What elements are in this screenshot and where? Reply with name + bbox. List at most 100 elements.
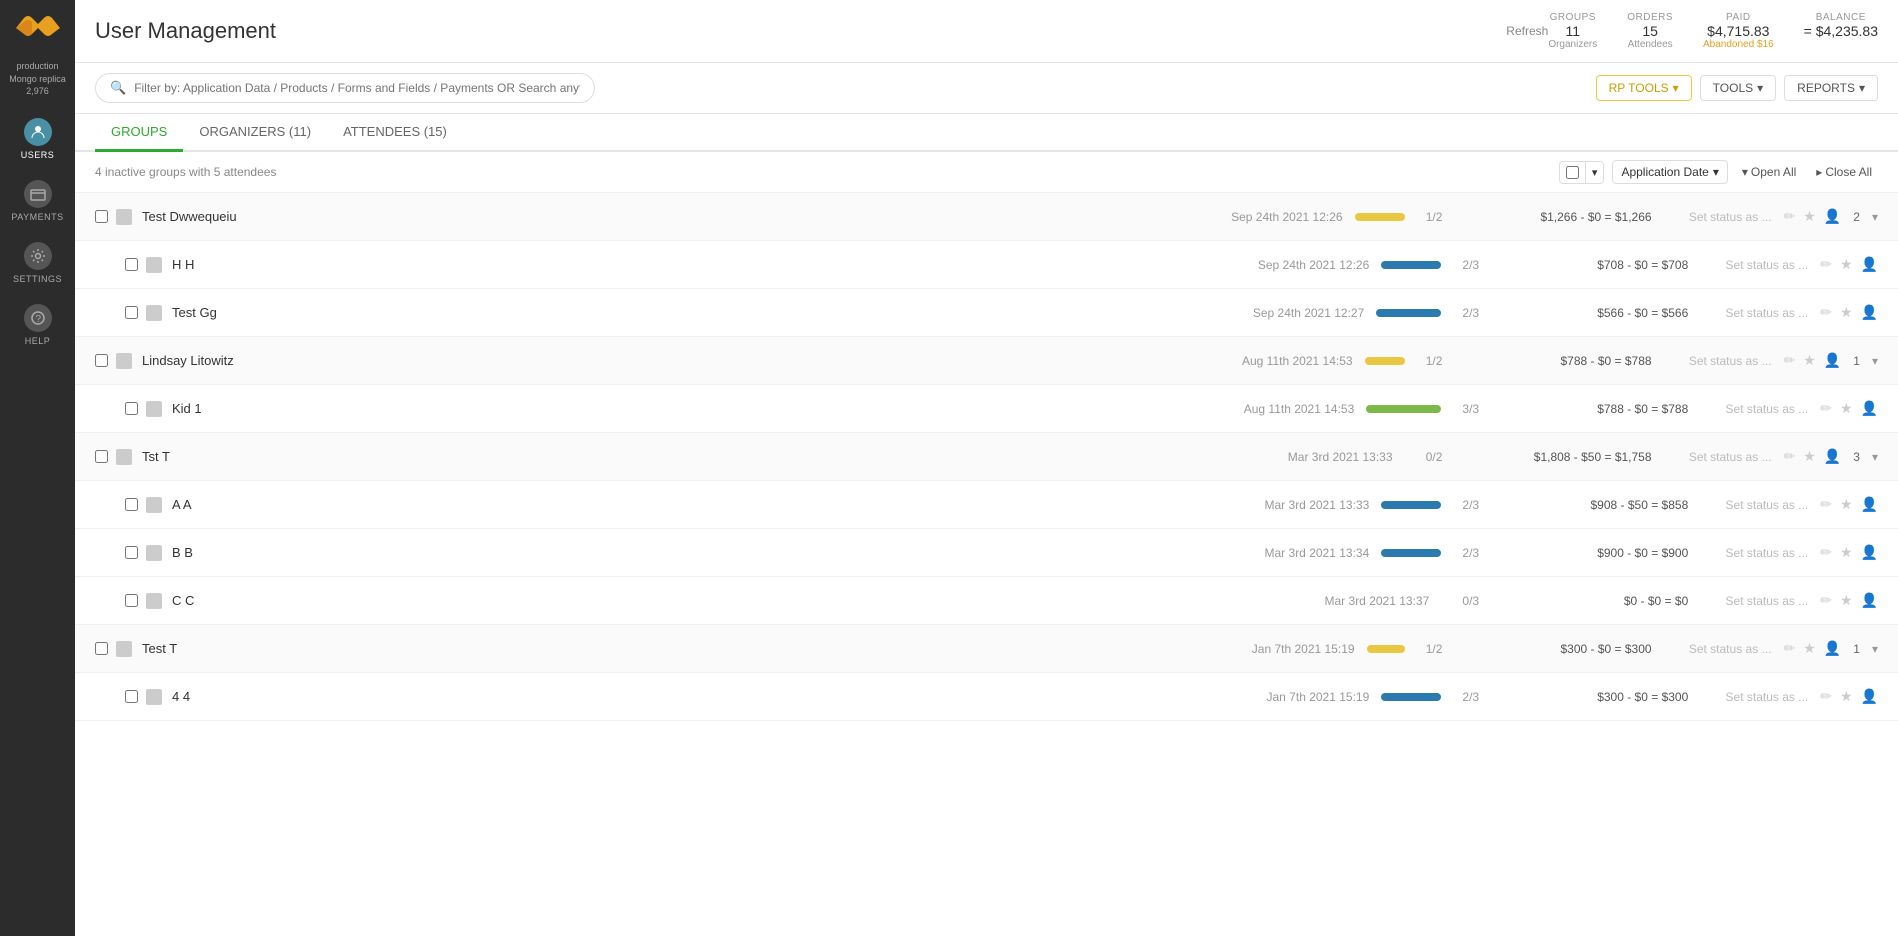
- star-icon[interactable]: ★: [1840, 256, 1853, 273]
- row-financials: $900 - $0 = $900: [1488, 546, 1688, 560]
- star-icon[interactable]: ★: [1840, 496, 1853, 513]
- person-icon[interactable]: 👤: [1824, 208, 1841, 225]
- expand-button[interactable]: ▾: [1872, 642, 1878, 656]
- row-status-bar: [1365, 357, 1405, 365]
- tools-button[interactable]: TOOLS ▾: [1700, 75, 1777, 101]
- row-checkbox[interactable]: [125, 690, 138, 703]
- row-status-dropdown[interactable]: Set status as ...: [1652, 450, 1772, 464]
- table-row[interactable]: Test Gg Sep 24th 2021 12:27 2/3 $566 - $…: [75, 289, 1898, 337]
- star-icon[interactable]: ★: [1803, 208, 1816, 225]
- row-checkbox[interactable]: [95, 642, 108, 655]
- row-count: 3: [1853, 450, 1860, 464]
- person-icon[interactable]: 👤: [1824, 352, 1841, 369]
- table-row[interactable]: Test Dwwequeiu Sep 24th 2021 12:26 1/2 $…: [75, 193, 1898, 241]
- pencil-icon[interactable]: ✏: [1820, 400, 1832, 417]
- open-all-button[interactable]: ▾ Open All: [1736, 161, 1802, 183]
- person-icon[interactable]: 👤: [1861, 688, 1878, 705]
- pencil-icon[interactable]: ✏: [1820, 688, 1832, 705]
- table-row[interactable]: A A Mar 3rd 2021 13:33 2/3 $908 - $50 = …: [75, 481, 1898, 529]
- inactive-note: 4 inactive groups with 5 attendees: [95, 165, 1551, 179]
- row-ratio: 0/2: [1417, 450, 1452, 464]
- star-icon[interactable]: ★: [1840, 688, 1853, 705]
- row-folder-icon: [146, 593, 162, 609]
- row-date: Sep 24th 2021 12:27: [1204, 306, 1364, 320]
- sidebar-item-users[interactable]: USERS: [0, 108, 75, 170]
- person-icon[interactable]: 👤: [1861, 496, 1878, 513]
- row-checkbox[interactable]: [125, 306, 138, 319]
- row-checkbox[interactable]: [125, 546, 138, 559]
- row-status-dropdown[interactable]: Set status as ...: [1688, 594, 1808, 608]
- star-icon[interactable]: ★: [1840, 592, 1853, 609]
- pencil-icon[interactable]: ✏: [1820, 592, 1832, 609]
- close-all-button[interactable]: ▸ Close All: [1810, 161, 1878, 183]
- row-status-dropdown[interactable]: Set status as ...: [1688, 498, 1808, 512]
- sidebar-item-help[interactable]: ? HELP: [0, 294, 75, 356]
- search-container[interactable]: 🔍: [95, 73, 595, 103]
- row-checkbox[interactable]: [95, 450, 108, 463]
- expand-button[interactable]: ▾: [1872, 210, 1878, 224]
- row-checkbox[interactable]: [125, 402, 138, 415]
- table-row[interactable]: Tst T Mar 3rd 2021 13:33 0/2 $1,808 - $5…: [75, 433, 1898, 481]
- all-checkbox[interactable]: [1566, 166, 1579, 179]
- pencil-icon[interactable]: ✏: [1784, 208, 1796, 225]
- star-icon[interactable]: ★: [1840, 400, 1853, 417]
- table-row[interactable]: 4 4 Jan 7th 2021 15:19 2/3 $300 - $0 = $…: [75, 673, 1898, 721]
- pencil-icon[interactable]: ✏: [1784, 352, 1796, 369]
- refresh-link[interactable]: Refresh: [1506, 24, 1548, 38]
- person-icon[interactable]: 👤: [1824, 448, 1841, 465]
- row-checkbox[interactable]: [125, 498, 138, 511]
- expand-button[interactable]: ▾: [1872, 354, 1878, 368]
- star-icon[interactable]: ★: [1803, 640, 1816, 657]
- person-icon[interactable]: 👤: [1861, 304, 1878, 321]
- person-icon[interactable]: 👤: [1824, 640, 1841, 657]
- rp-tools-button[interactable]: RP TOOLS ▾: [1596, 75, 1692, 101]
- pencil-icon[interactable]: ✏: [1784, 640, 1796, 657]
- table-row[interactable]: Kid 1 Aug 11th 2021 14:53 3/3 $788 - $0 …: [75, 385, 1898, 433]
- table-row[interactable]: C C Mar 3rd 2021 13:37 0/3 $0 - $0 = $0 …: [75, 577, 1898, 625]
- table-row[interactable]: B B Mar 3rd 2021 13:34 2/3 $900 - $0 = $…: [75, 529, 1898, 577]
- checkbox-dropdown-btn[interactable]: ▾: [1585, 162, 1604, 183]
- tab-attendees[interactable]: ATTENDEES (15): [327, 114, 463, 152]
- star-icon[interactable]: ★: [1803, 352, 1816, 369]
- row-checkbox[interactable]: [125, 594, 138, 607]
- star-icon[interactable]: ★: [1840, 304, 1853, 321]
- sidebar-item-payments[interactable]: PAYMENTS: [0, 170, 75, 232]
- person-icon[interactable]: 👤: [1861, 256, 1878, 273]
- sidebar-item-settings[interactable]: SETTINGS: [0, 232, 75, 294]
- search-input[interactable]: [134, 81, 580, 95]
- table-row[interactable]: Test T Jan 7th 2021 15:19 1/2 $300 - $0 …: [75, 625, 1898, 673]
- reports-button[interactable]: REPORTS ▾: [1784, 75, 1878, 101]
- row-checkbox[interactable]: [95, 354, 108, 367]
- row-status-dropdown[interactable]: Set status as ...: [1688, 402, 1808, 416]
- row-status-dropdown[interactable]: Set status as ...: [1652, 642, 1772, 656]
- person-icon[interactable]: 👤: [1861, 544, 1878, 561]
- sort-selector[interactable]: Application Date ▾: [1612, 160, 1727, 184]
- pencil-icon[interactable]: ✏: [1820, 544, 1832, 561]
- pencil-icon[interactable]: ✏: [1820, 496, 1832, 513]
- row-status-dropdown[interactable]: Set status as ...: [1688, 546, 1808, 560]
- row-status-bar: [1381, 261, 1441, 269]
- tab-groups[interactable]: GROUPS: [95, 114, 183, 152]
- star-icon[interactable]: ★: [1803, 448, 1816, 465]
- row-status-dropdown[interactable]: Set status as ...: [1652, 354, 1772, 368]
- page-title: User Management: [95, 18, 1494, 44]
- app-logo[interactable]: [13, 10, 63, 50]
- person-icon[interactable]: 👤: [1861, 400, 1878, 417]
- person-icon[interactable]: 👤: [1861, 592, 1878, 609]
- row-status-dropdown[interactable]: Set status as ...: [1688, 690, 1808, 704]
- expand-button[interactable]: ▾: [1872, 450, 1878, 464]
- pencil-icon[interactable]: ✏: [1784, 448, 1796, 465]
- row-status-dropdown[interactable]: Set status as ...: [1688, 306, 1808, 320]
- table-row[interactable]: H H Sep 24th 2021 12:26 2/3 $708 - $0 = …: [75, 241, 1898, 289]
- row-checkbox[interactable]: [95, 210, 108, 223]
- row-checkbox[interactable]: [125, 258, 138, 271]
- row-status-dropdown[interactable]: Set status as ...: [1652, 210, 1772, 224]
- star-icon[interactable]: ★: [1840, 544, 1853, 561]
- pencil-icon[interactable]: ✏: [1820, 304, 1832, 321]
- row-actions: ✏ ★ 👤: [1820, 400, 1878, 417]
- tab-organizers[interactable]: ORGANIZERS (11): [183, 114, 327, 152]
- select-all-checkbox[interactable]: ▾: [1559, 161, 1605, 184]
- row-status-dropdown[interactable]: Set status as ...: [1688, 258, 1808, 272]
- pencil-icon[interactable]: ✏: [1820, 256, 1832, 273]
- table-row[interactable]: Lindsay Litowitz Aug 11th 2021 14:53 1/2…: [75, 337, 1898, 385]
